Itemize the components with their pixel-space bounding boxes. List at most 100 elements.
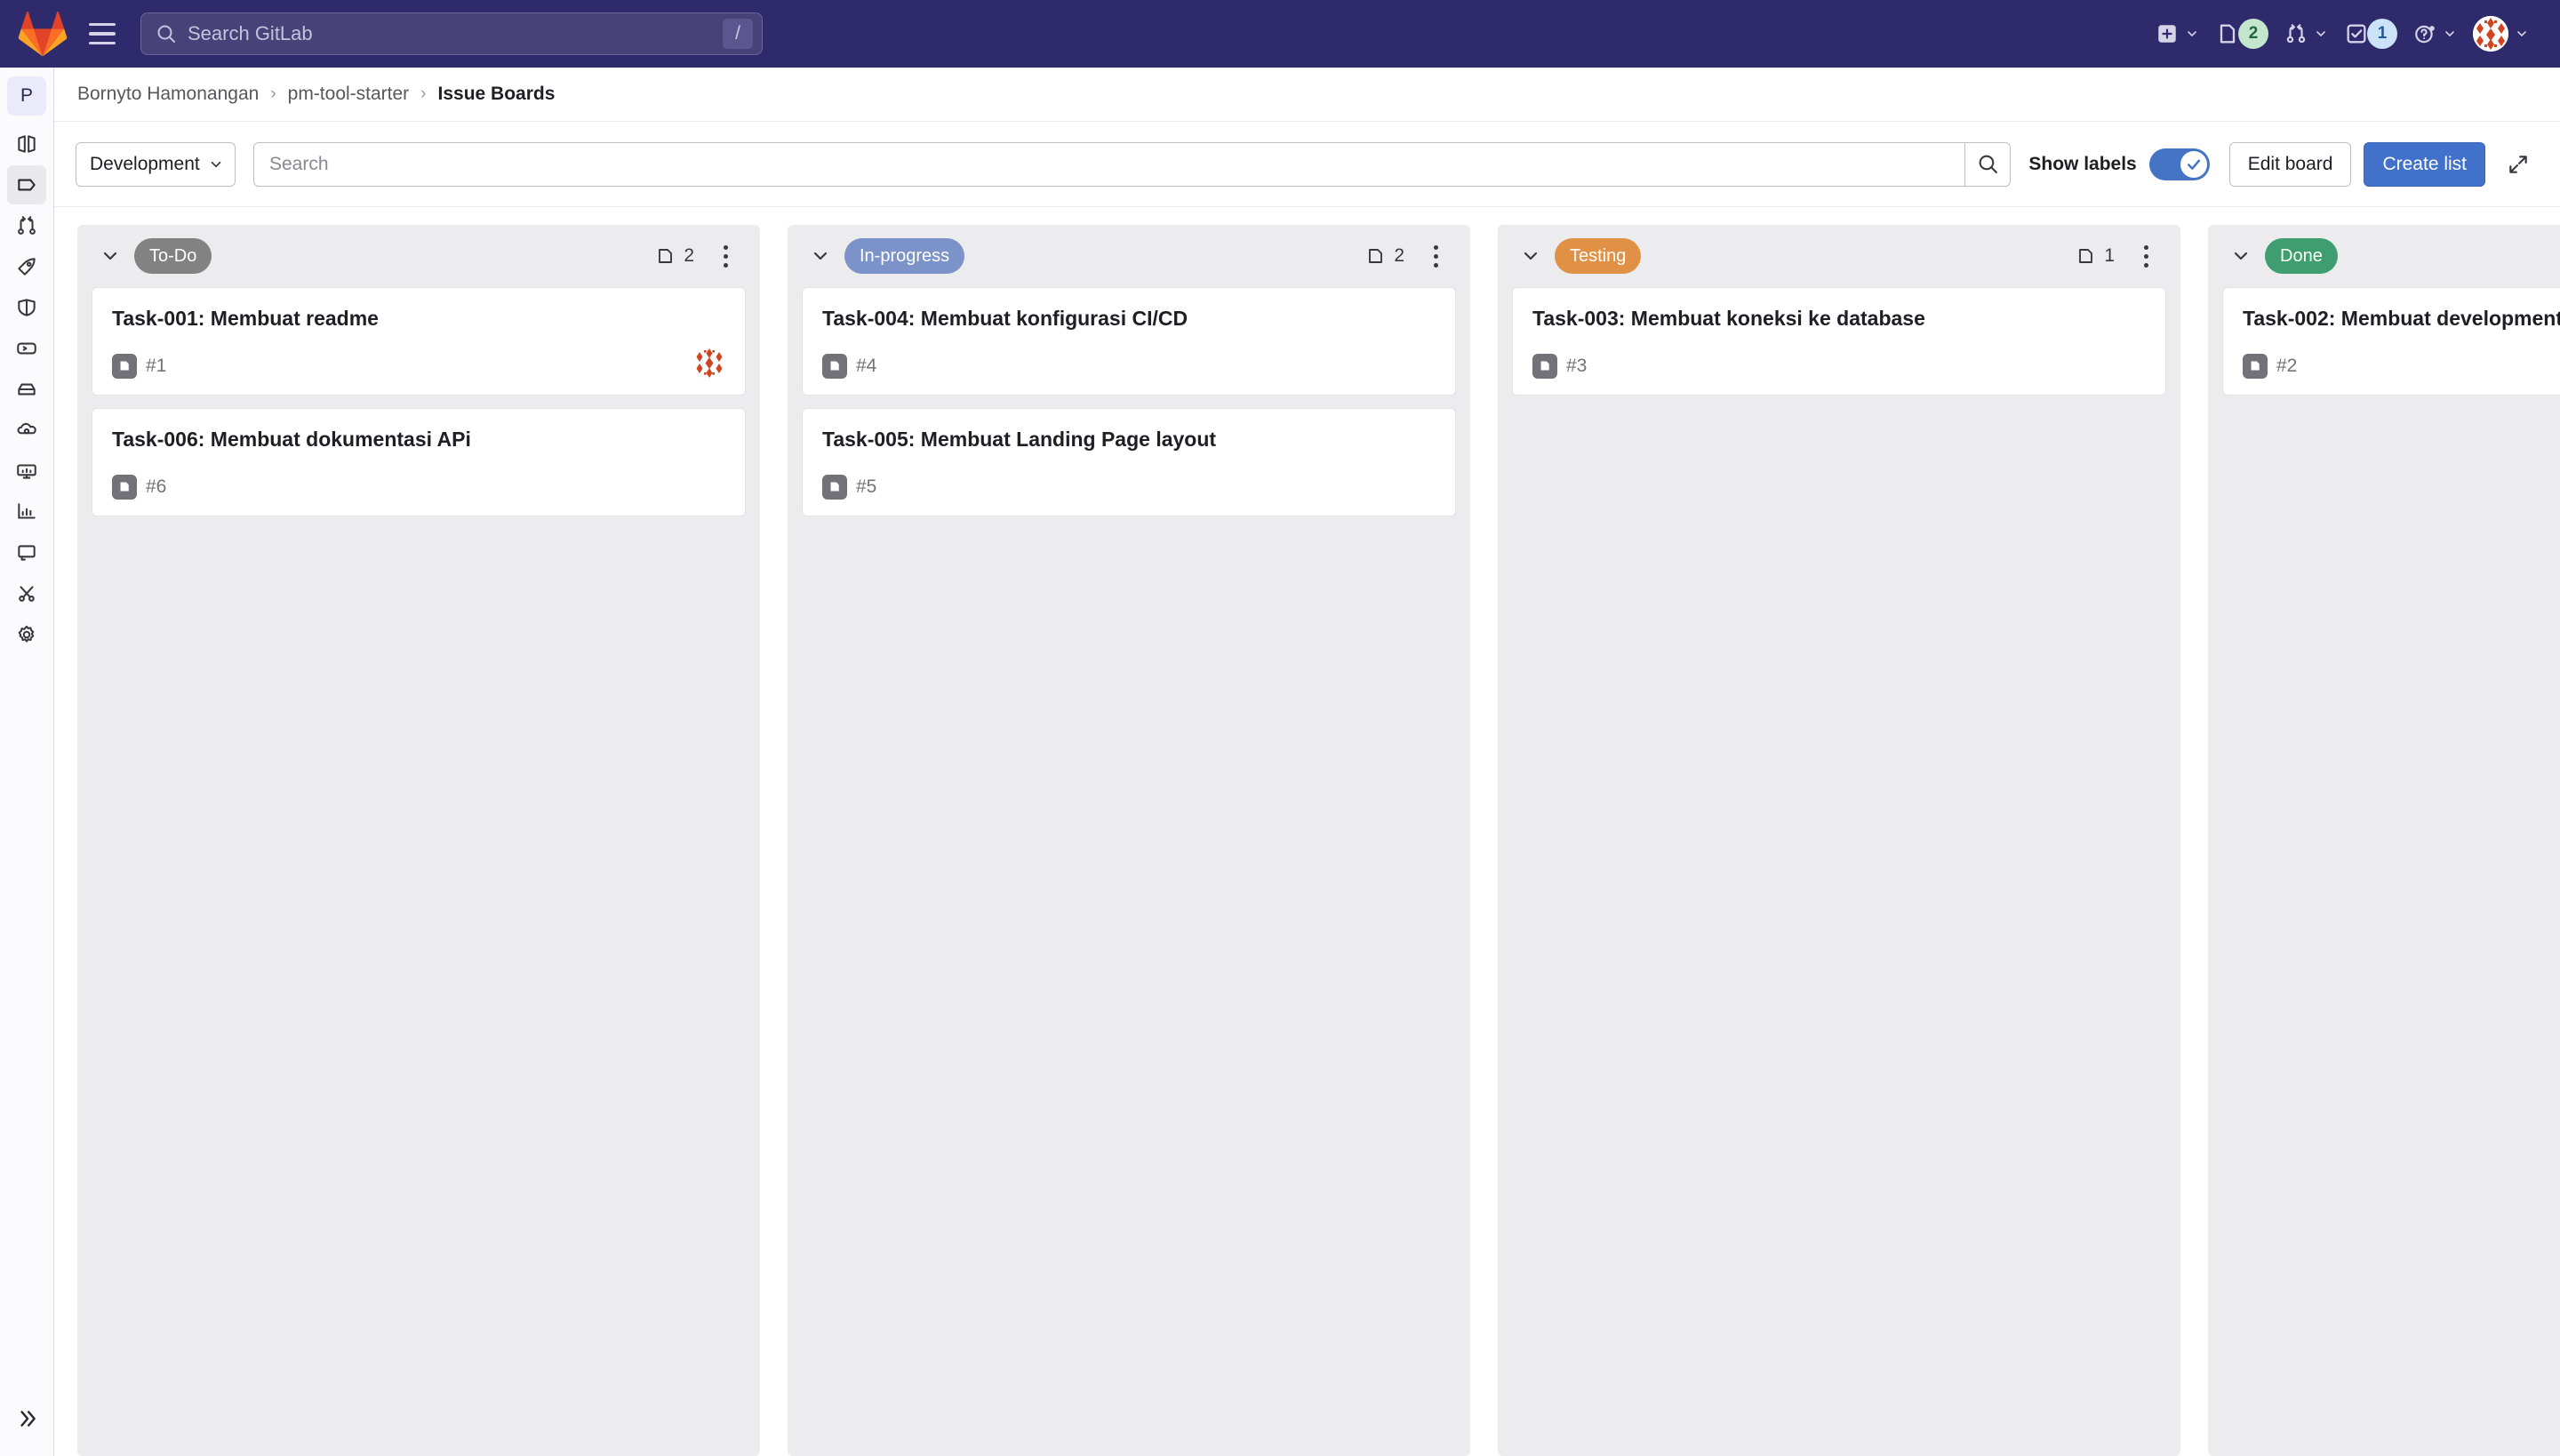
- column-options-menu[interactable]: [2131, 238, 2161, 274]
- todos-button[interactable]: 1: [2336, 12, 2405, 55]
- board-column: To-Do 2 Task-001: Membuat readme #1 Task-006…: [77, 225, 760, 1456]
- sidebar-item-build[interactable]: [7, 247, 46, 286]
- create-new-button[interactable]: [2148, 12, 2207, 55]
- plus-square-icon: [2158, 25, 2176, 43]
- issue-card[interactable]: Task-006: Membuat dokumentasi APi #6: [92, 407, 746, 516]
- sidebar-item-code[interactable]: [7, 206, 46, 245]
- issue-card[interactable]: Task-005: Membuat Landing Page layout #5: [802, 407, 1456, 516]
- board-column-header: Testing 1: [1498, 225, 2180, 287]
- todo-checkbox-icon: [2347, 24, 2366, 44]
- show-labels-label: Show labels: [2028, 153, 2137, 174]
- collapse-column-button[interactable]: [805, 241, 836, 271]
- user-menu-button[interactable]: [2465, 12, 2537, 55]
- issue-card[interactable]: Task-003: Membuat koneksi ke database #3: [1512, 287, 2166, 396]
- top-navbar: Search GitLab / 2 1: [0, 0, 2560, 68]
- show-labels-toggle[interactable]: [2148, 148, 2210, 180]
- navbar-actions: 2 1: [2148, 0, 2537, 68]
- cloud-gear-icon: [17, 422, 36, 435]
- board-column-issue-count: 1: [2076, 245, 2115, 267]
- todos-count-badge: 1: [2367, 19, 2397, 49]
- issue-card[interactable]: Task-002: Membuat development environmen…: [2222, 287, 2560, 396]
- issue-count-value: 2: [684, 245, 694, 266]
- board-toolbar: Development Search Show labels Edit boar…: [54, 122, 2560, 207]
- scissors-icon: [19, 586, 35, 602]
- breadcrumb-item-group[interactable]: Bornyto Hamonangan: [77, 84, 259, 105]
- board-column-header: To-Do 2: [77, 225, 760, 287]
- sidebar-item-plan[interactable]: [7, 165, 46, 204]
- board-column-header: In-progress 2: [788, 225, 1470, 287]
- board-column-cards: Task-004: Membuat konfigurasi CI/CD #4 Tas…: [788, 287, 1470, 1456]
- chevron-down-icon: [2517, 31, 2526, 37]
- board-column-cards: Task-002: Membuat development environmen…: [2208, 287, 2560, 1456]
- board-column-label: In-progress: [844, 238, 965, 274]
- board-column-label: Done: [2265, 238, 2338, 274]
- double-chevron-right-icon: [20, 1411, 36, 1427]
- project-overview-icon: [18, 135, 36, 153]
- edit-board-label: Edit board: [2247, 153, 2333, 174]
- chevron-down-icon: [2188, 31, 2196, 37]
- left-sidebar-rail: P: [0, 68, 54, 1456]
- sidebar-item-monitor[interactable]: [7, 411, 46, 450]
- sidebar-item-settings[interactable]: [7, 615, 46, 654]
- terminal-icon: [17, 342, 36, 355]
- issues-icon: [18, 179, 36, 191]
- sidebar-item-operate[interactable]: [7, 370, 46, 409]
- board-column-header: Done: [2208, 225, 2560, 287]
- issue-card-footer: #4: [822, 353, 1436, 379]
- issues-button[interactable]: 2: [2207, 12, 2276, 55]
- board-column-cards: Task-001: Membuat readme #1 Task-006: Memb…: [77, 287, 760, 1456]
- help-button[interactable]: [2405, 12, 2465, 55]
- issue-type-icon: [1532, 353, 1557, 379]
- global-search-input[interactable]: Search GitLab /: [140, 12, 763, 55]
- merge-requests-button[interactable]: [2276, 12, 2336, 55]
- issue-type-icon: [822, 353, 847, 379]
- chevron-down-icon: [2316, 31, 2325, 37]
- issue-card[interactable]: Task-001: Membuat readme #1: [92, 287, 746, 396]
- sidebar-item-snippets[interactable]: [7, 574, 46, 613]
- create-list-button[interactable]: Create list: [2364, 141, 2485, 187]
- issue-card-footer: #2: [2243, 353, 2560, 379]
- toggle-focus-mode-button[interactable]: [2498, 144, 2539, 185]
- sidebar-item-analyze[interactable]: [7, 492, 46, 532]
- issue-count-value: 1: [2104, 245, 2115, 266]
- rocket-icon: [18, 258, 36, 276]
- sidebar-item-wiki[interactable]: [7, 533, 46, 572]
- gear-icon: [18, 625, 35, 643]
- board-search-button[interactable]: [1964, 141, 2012, 187]
- merge-request-icon: [2286, 24, 2306, 44]
- board-search-group: Search: [253, 141, 2012, 187]
- project-avatar-button[interactable]: P: [7, 76, 46, 116]
- collapse-column-button[interactable]: [2226, 241, 2256, 271]
- issue-card-title: Task-004: Membuat konfigurasi CI/CD: [822, 307, 1188, 330]
- merge-request-icon: [18, 216, 36, 235]
- issue-reference: #5: [856, 476, 877, 497]
- board-selector-dropdown[interactable]: Development: [76, 141, 236, 187]
- shield-icon: [18, 299, 36, 316]
- sidebar-item-environments[interactable]: [7, 452, 46, 491]
- toggle-knob: [2180, 150, 2207, 178]
- hamburger-menu-icon[interactable]: [80, 12, 124, 56]
- edit-board-button[interactable]: Edit board: [2228, 141, 2352, 187]
- board-search-input[interactable]: Search: [253, 141, 1965, 187]
- issue-card-title: Task-003: Membuat koneksi ke database: [1532, 307, 1925, 330]
- issue-card-title: Task-002: Membuat development environmen…: [2243, 307, 2560, 330]
- collapse-column-button[interactable]: [95, 241, 125, 271]
- board-column-label: Testing: [1555, 238, 1642, 274]
- collapse-column-button[interactable]: [1516, 241, 1546, 271]
- sidebar-item-deploy[interactable]: [7, 329, 46, 368]
- issue-reference: #4: [856, 355, 877, 376]
- column-options-menu[interactable]: [710, 238, 740, 274]
- global-search-placeholder: Search GitLab: [188, 22, 313, 44]
- gitlab-logo[interactable]: [18, 11, 68, 57]
- issue-card[interactable]: Task-004: Membuat konfigurasi CI/CD #4: [802, 287, 1456, 396]
- issue-reference: #3: [1566, 355, 1588, 376]
- sidebar-item-manage[interactable]: [7, 124, 46, 164]
- issue-type-icon: [112, 353, 137, 379]
- column-options-menu[interactable]: [1420, 238, 1451, 274]
- assignee-avatar[interactable]: [693, 346, 725, 379]
- chevron-down-icon: [211, 161, 221, 167]
- sidebar-item-secure[interactable]: [7, 288, 46, 327]
- breadcrumb-item-project[interactable]: pm-tool-starter: [288, 84, 410, 105]
- board-column-cards: Task-003: Membuat koneksi ke database #3: [1498, 287, 2180, 1456]
- expand-sidebar-button[interactable]: [9, 1401, 44, 1436]
